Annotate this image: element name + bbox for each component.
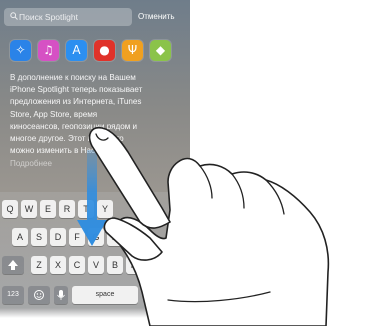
hand-gesture-illustration	[88, 126, 330, 326]
